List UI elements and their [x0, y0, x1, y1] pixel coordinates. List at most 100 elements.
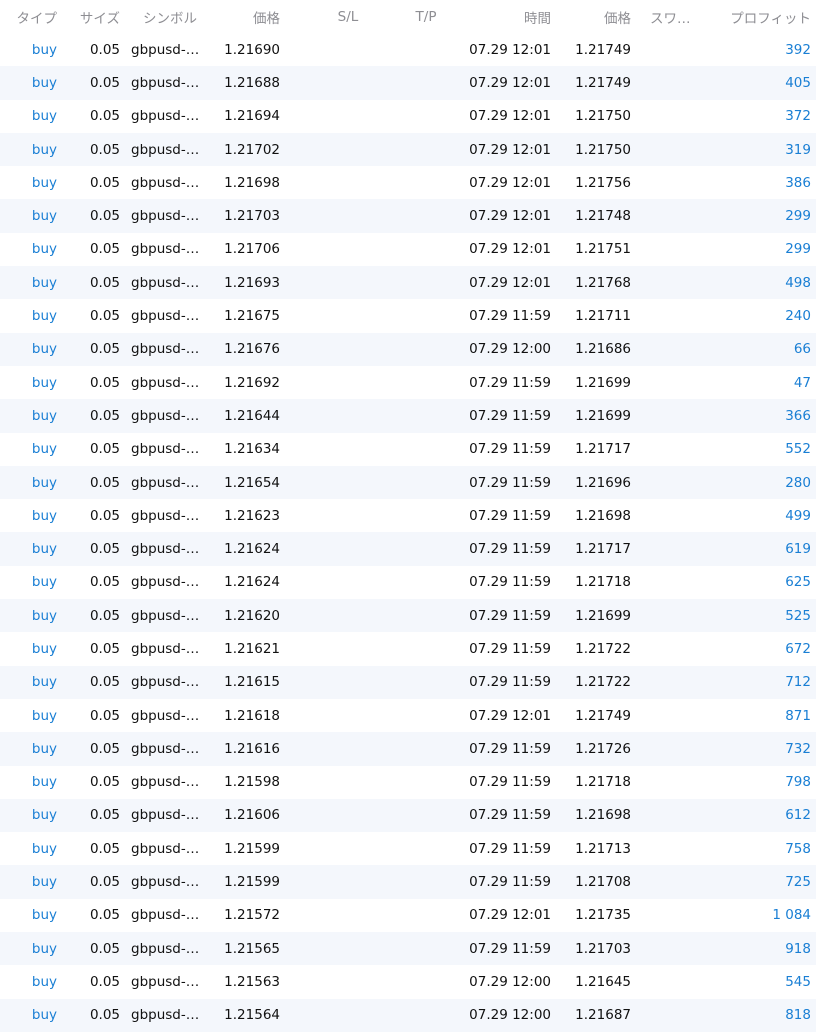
- header-sl[interactable]: S/L: [318, 0, 378, 33]
- table-row[interactable]: buy 0.05 gbpusd-… 1.21706 07.29 12:01 1.21751…: [0, 233, 816, 266]
- table-row[interactable]: buy 0.05 gbpusd-… 1.21644 07.29 11:59 1.21699…: [0, 399, 816, 433]
- open-price-cell: 1.21599: [224, 840, 280, 857]
- size-cell: 0.05: [89, 807, 120, 824]
- table-row[interactable]: buy 0.05 gbpusd-… 1.21623 07.29 11:59 1.21698…: [0, 499, 816, 532]
- symbol-cell: gbpusd-…: [131, 374, 200, 391]
- type-cell: buy: [31, 474, 57, 491]
- table-row[interactable]: buy 0.05 gbpusd-… 1.21703 07.29 12:01 1.21748…: [0, 199, 816, 233]
- table-row[interactable]: buy 0.05 gbpusd-… 1.21616 07.29 11:59 1.21726…: [0, 732, 816, 766]
- table-row[interactable]: buy 0.05 gbpusd-… 1.21692 07.29 11:59 1.21699…: [0, 366, 816, 399]
- table-row[interactable]: buy 0.05 gbpusd-… 1.21599 07.29 11:59 1.21713…: [0, 832, 816, 865]
- header-type[interactable]: タイプ: [0, 0, 58, 33]
- close-price-cell: 1.21750: [575, 141, 631, 158]
- time-cell: 07.29 11:59: [469, 640, 551, 657]
- size-cell: 0.05: [89, 41, 120, 58]
- type-cell: buy: [31, 874, 57, 891]
- time-cell: 07.29 11:59: [469, 607, 551, 624]
- open-price-cell: 1.21618: [224, 707, 280, 724]
- table-row[interactable]: buy 0.05 gbpusd-… 1.21698 07.29 12:01 1.21756…: [0, 166, 816, 199]
- profit-cell: 66: [793, 341, 811, 358]
- table-row[interactable]: buy 0.05 gbpusd-… 1.21688 07.29 12:01 1.21749…: [0, 66, 816, 100]
- symbol-cell: gbpusd-…: [131, 740, 200, 757]
- profit-cell: 552: [785, 441, 811, 458]
- header-size[interactable]: サイズ: [60, 0, 120, 33]
- type-cell: buy: [31, 774, 57, 791]
- table-row[interactable]: buy 0.05 gbpusd-… 1.21690 07.29 12:01 1.21749…: [0, 33, 816, 66]
- open-price-cell: 1.21599: [224, 874, 280, 891]
- size-cell: 0.05: [89, 507, 120, 524]
- sl-cell: [318, 199, 378, 232]
- table-row[interactable]: buy 0.05 gbpusd-… 1.21675 07.29 11:59 1.21711…: [0, 299, 816, 332]
- table-row[interactable]: buy 0.05 gbpusd-… 1.21598 07.29 11:59 1.21718…: [0, 766, 816, 799]
- profit-cell: 818: [785, 1007, 811, 1024]
- table-row[interactable]: buy 0.05 gbpusd-… 1.21693 07.29 12:01 1.21768…: [0, 266, 816, 300]
- type-cell: buy: [31, 1007, 57, 1024]
- profit-cell: 498: [785, 274, 811, 291]
- profit-cell: 280: [785, 474, 811, 491]
- positions-table: タイプ サイズ シンボル 価格 S/L T/P 時間 価格 スワ… プロフィット…: [0, 0, 816, 1032]
- profit-cell: 732: [785, 740, 811, 757]
- sl-cell: [318, 899, 378, 932]
- close-price-cell: 1.21718: [575, 774, 631, 791]
- table-row[interactable]: buy 0.05 gbpusd-… 1.21615 07.29 11:59 1.21722…: [0, 665, 816, 699]
- table-row[interactable]: buy 0.05 gbpusd-… 1.21676 07.29 12:00 1.21686…: [0, 332, 816, 366]
- table-row[interactable]: buy 0.05 gbpusd-… 1.21702 07.29 12:01 1.21750…: [0, 132, 816, 167]
- header-open-price[interactable]: 価格: [200, 0, 280, 33]
- type-cell: buy: [31, 940, 57, 957]
- profit-cell: 758: [785, 840, 811, 857]
- close-price-cell: 1.21750: [575, 108, 631, 125]
- size-cell: 0.05: [89, 308, 120, 325]
- sl-cell: [318, 799, 378, 832]
- time-cell: 07.29 11:59: [469, 474, 551, 491]
- table-row[interactable]: buy 0.05 gbpusd-… 1.21572 07.29 12:01 1.21735…: [0, 899, 816, 932]
- open-price-cell: 1.21702: [224, 141, 280, 158]
- size-cell: 0.05: [89, 940, 120, 957]
- table-row[interactable]: buy 0.05 gbpusd-… 1.21634 07.29 11:59 1.21717…: [0, 433, 816, 466]
- open-price-cell: 1.21676: [224, 341, 280, 358]
- table-row[interactable]: buy 0.05 gbpusd-… 1.21606 07.29 11:59 1.21698…: [0, 798, 816, 833]
- table-row[interactable]: buy 0.05 gbpusd-… 1.21694 07.29 12:01 1.21750…: [0, 100, 816, 133]
- profit-cell: 712: [785, 674, 811, 691]
- close-price-cell: 1.21708: [575, 874, 631, 891]
- close-price-cell: 1.21751: [575, 241, 631, 258]
- symbol-cell: gbpusd-…: [131, 973, 200, 990]
- open-price-cell: 1.21688: [224, 74, 280, 91]
- symbol-cell: gbpusd-…: [131, 108, 200, 125]
- symbol-cell: gbpusd-…: [131, 607, 200, 624]
- close-price-cell: 1.21698: [575, 807, 631, 824]
- header-time[interactable]: 時間: [440, 0, 551, 33]
- table-row[interactable]: buy 0.05 gbpusd-… 1.21624 07.29 11:59 1.21718…: [0, 566, 816, 599]
- profit-cell: 405: [785, 74, 811, 91]
- sl-cell: [318, 433, 378, 466]
- time-cell: 07.29 11:59: [469, 507, 551, 524]
- close-price-cell: 1.21748: [575, 208, 631, 225]
- table-row[interactable]: buy 0.05 gbpusd-… 1.21618 07.29 12:01 1.21749…: [0, 699, 816, 732]
- table-row[interactable]: buy 0.05 gbpusd-… 1.21620 07.29 11:59 1.21699…: [0, 599, 816, 633]
- symbol-cell: gbpusd-…: [131, 174, 200, 191]
- symbol-cell: gbpusd-…: [131, 341, 200, 358]
- open-price-cell: 1.21563: [224, 973, 280, 990]
- time-cell: 07.29 11:59: [469, 807, 551, 824]
- table-row[interactable]: buy 0.05 gbpusd-… 1.21654 07.29 11:59 1.21696…: [0, 465, 816, 500]
- sl-cell: [318, 466, 378, 499]
- size-cell: 0.05: [89, 208, 120, 225]
- size-cell: 0.05: [89, 607, 120, 624]
- type-cell: buy: [31, 208, 57, 225]
- profit-cell: 386: [785, 174, 811, 191]
- size-cell: 0.05: [89, 141, 120, 158]
- table-row[interactable]: buy 0.05 gbpusd-… 1.21563 07.29 12:00 1.21645…: [0, 965, 816, 998]
- profit-cell: 47: [793, 374, 811, 391]
- profit-cell: 525: [785, 607, 811, 624]
- header-profit[interactable]: プロフィット: [700, 0, 811, 33]
- sl-cell: [318, 666, 378, 699]
- table-row[interactable]: buy 0.05 gbpusd-… 1.21565 07.29 11:59 1.21703…: [0, 932, 816, 966]
- table-row[interactable]: buy 0.05 gbpusd-… 1.21624 07.29 11:59 1.21717…: [0, 532, 816, 566]
- size-cell: 0.05: [89, 108, 120, 125]
- table-row[interactable]: buy 0.05 gbpusd-… 1.21621 07.29 11:59 1.21722…: [0, 632, 816, 665]
- header-close-price[interactable]: 価格: [560, 0, 631, 33]
- time-cell: 07.29 12:01: [469, 208, 551, 225]
- profit-cell: 366: [785, 407, 811, 424]
- close-price-cell: 1.21756: [575, 174, 631, 191]
- table-row[interactable]: buy 0.05 gbpusd-… 1.21564 07.29 12:00 1.21687…: [0, 998, 816, 1032]
- table-row[interactable]: buy 0.05 gbpusd-… 1.21599 07.29 11:59 1.21708…: [0, 865, 816, 899]
